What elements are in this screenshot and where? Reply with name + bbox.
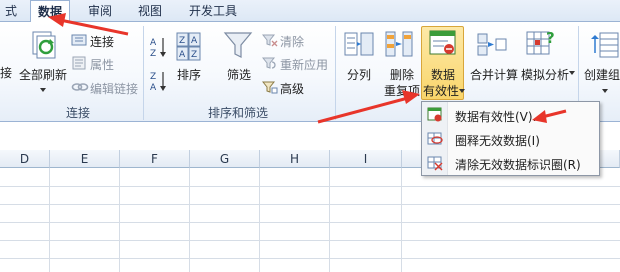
data-validation-menu: 数据有效性(V)... 圈释无效数据(I) 清除无效数据标识圈(R) bbox=[421, 101, 600, 176]
menu-item-label: 清除无效数据标识圈(R) bbox=[455, 158, 581, 172]
gridline bbox=[329, 168, 330, 272]
text-to-columns-icon bbox=[344, 32, 374, 56]
gridline bbox=[401, 168, 402, 272]
connections-label: 连接 bbox=[90, 35, 115, 49]
data-validation-icon bbox=[427, 107, 442, 122]
gridline bbox=[49, 168, 50, 272]
menu-item-data-validation[interactable]: 数据有效性(V)... bbox=[423, 104, 599, 126]
tab-data[interactable]: 数据 bbox=[30, 0, 70, 23]
gridline bbox=[0, 258, 620, 259]
column-header[interactable]: I bbox=[330, 150, 402, 168]
gridline bbox=[259, 168, 260, 272]
edit-links-label: 编辑链接 bbox=[90, 82, 139, 96]
menu-item-label: 圈释无效数据(I) bbox=[455, 134, 540, 148]
tab-formulas[interactable]: 式 bbox=[0, 0, 22, 22]
sort-za-icon: Z A bbox=[150, 72, 166, 92]
consolidate-icon bbox=[477, 33, 507, 56]
gridline bbox=[0, 240, 620, 241]
remove-duplicates-label-1: 删除 bbox=[390, 68, 415, 82]
svg-text:Z: Z bbox=[150, 49, 156, 58]
remove-duplicates-label-2: 重复项 bbox=[384, 84, 421, 98]
circle-invalid-icon bbox=[427, 132, 443, 145]
svg-text:A: A bbox=[150, 38, 157, 48]
what-if-analysis-icon: ? bbox=[526, 29, 555, 55]
svg-text:Z: Z bbox=[179, 36, 185, 46]
column-header[interactable]: F bbox=[120, 150, 190, 168]
chevron-down-icon bbox=[459, 89, 465, 93]
group-divider bbox=[335, 26, 336, 120]
data-validation-label-2: 有效性 bbox=[423, 84, 460, 98]
advanced-filter-icon bbox=[262, 81, 278, 94]
column-header[interactable]: G bbox=[190, 150, 260, 168]
gridline bbox=[119, 168, 120, 272]
filter-label: 筛选 bbox=[227, 68, 252, 82]
consolidate-label: 合并计算 bbox=[470, 68, 519, 82]
reapply-label: 重新应用 bbox=[280, 58, 329, 72]
group-rows-icon bbox=[591, 32, 619, 58]
sort-label: 排序 bbox=[177, 68, 202, 82]
column-header[interactable]: H bbox=[260, 150, 330, 168]
properties-icon bbox=[72, 56, 86, 70]
advanced-label: 高级 bbox=[280, 82, 305, 96]
sort-dialog-icon: Z A A Z bbox=[176, 32, 201, 61]
connections-icon bbox=[71, 34, 87, 46]
menu-item-circle-invalid[interactable]: 圈释无效数据(I) bbox=[423, 128, 599, 150]
column-header[interactable]: D bbox=[0, 150, 50, 168]
tab-view[interactable]: 视图 bbox=[134, 0, 166, 22]
remove-duplicates-icon bbox=[385, 31, 413, 57]
what-if-analysis-label: 模拟分析 bbox=[521, 68, 570, 82]
reapply-icon bbox=[262, 57, 276, 69]
svg-text:A: A bbox=[150, 83, 157, 92]
clear-circles-icon bbox=[427, 156, 443, 171]
svg-text:Z: Z bbox=[191, 50, 197, 60]
chevron-down-icon bbox=[40, 88, 46, 92]
clear-filter-icon bbox=[262, 34, 278, 47]
partial-button-label: 接 bbox=[0, 66, 13, 80]
gridline bbox=[189, 168, 190, 272]
text-to-columns-label: 分列 bbox=[347, 68, 372, 82]
svg-text:A: A bbox=[179, 50, 186, 60]
menu-item-label: 数据有效性(V)... bbox=[455, 110, 545, 124]
properties-label: 属性 bbox=[90, 58, 115, 72]
chevron-down-icon bbox=[569, 71, 575, 75]
tab-developer[interactable]: 开发工具 bbox=[184, 0, 242, 22]
clear-label: 清除 bbox=[280, 35, 305, 49]
refresh-all-label: 全部刷新 bbox=[19, 68, 68, 82]
gridline bbox=[0, 222, 620, 223]
data-validation-label-1: 数据 bbox=[431, 68, 456, 82]
group-label: 创建组 bbox=[584, 68, 620, 82]
svg-text:Z: Z bbox=[150, 72, 156, 82]
gridline bbox=[0, 204, 620, 205]
column-header[interactable]: E bbox=[50, 150, 120, 168]
gridline bbox=[0, 186, 620, 187]
group-divider bbox=[143, 26, 144, 120]
filter-funnel-icon bbox=[223, 32, 253, 58]
ribbon-tab-bar: 式 数据 审阅 视图 开发工具 bbox=[0, 0, 620, 23]
refresh-icon bbox=[32, 31, 56, 59]
svg-text:?: ? bbox=[546, 29, 555, 47]
menu-item-clear-circles[interactable]: 清除无效数据标识圈(R) bbox=[423, 152, 599, 174]
sort-filter-group-label: 排序和筛选 bbox=[207, 106, 268, 120]
svg-text:A: A bbox=[191, 36, 198, 46]
connections-group-label: 连接 bbox=[65, 106, 90, 120]
link-icon bbox=[71, 83, 89, 91]
tab-review[interactable]: 审阅 bbox=[84, 0, 116, 22]
data-validation-icon bbox=[429, 30, 456, 55]
chevron-down-icon bbox=[602, 89, 608, 93]
sort-az-icon: A Z bbox=[150, 38, 166, 58]
